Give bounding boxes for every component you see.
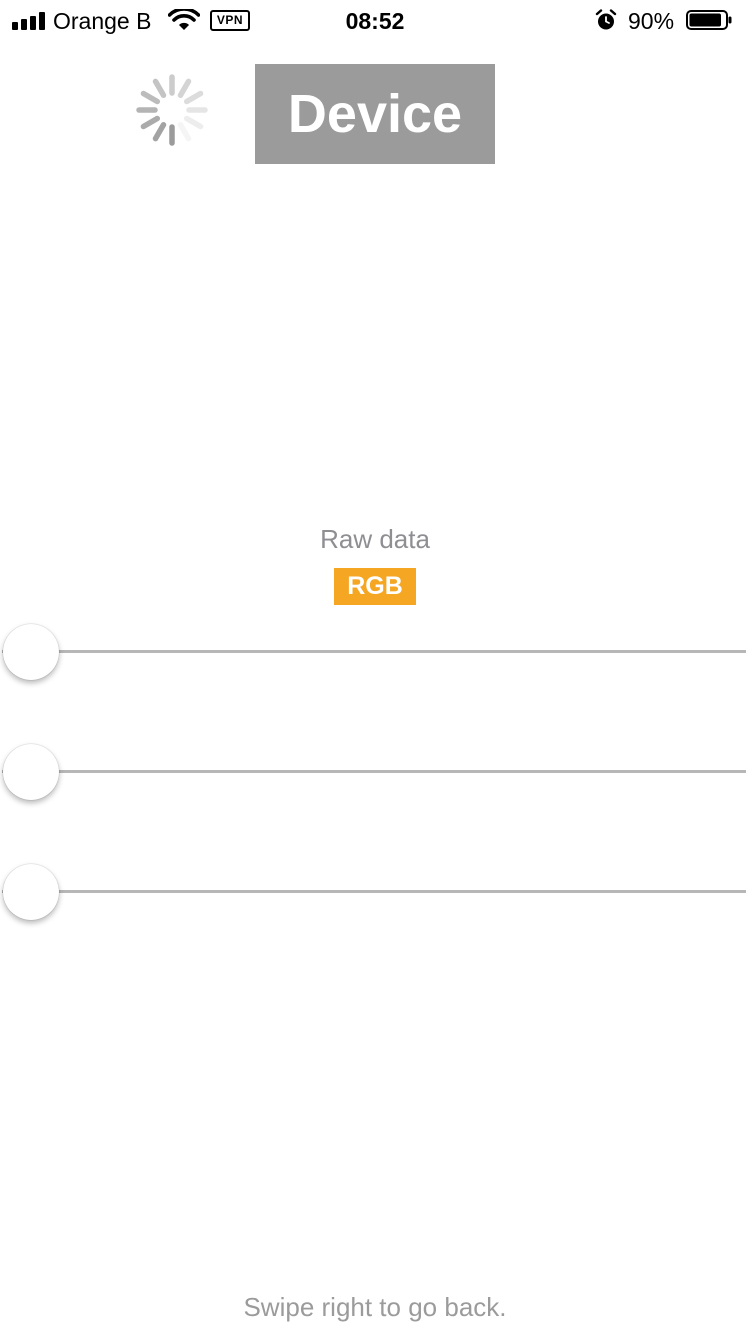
slider-thumb[interactable] [3, 864, 59, 920]
spinner-spoke [140, 90, 161, 105]
alarm-icon [595, 9, 617, 30]
page-title: Device [255, 64, 495, 164]
activity-spinner-icon [136, 74, 208, 146]
raw-data-label: Raw data [320, 524, 430, 554]
status-bar: Orange B VPN 08:52 90% [0, 0, 750, 40]
swipe-back-hint: Swipe right to go back. [243, 1292, 507, 1322]
slider-track[interactable] [2, 890, 746, 893]
slider-thumb[interactable] [3, 744, 59, 800]
slider-1[interactable] [0, 622, 750, 682]
spinner-spoke [183, 90, 204, 105]
spinner-spoke [152, 121, 167, 142]
spinner-spoke [140, 115, 161, 130]
slider-thumb[interactable] [3, 624, 59, 680]
spinner-spoke [177, 78, 192, 99]
rgb-mode-badge[interactable]: RGB [334, 568, 416, 605]
slider-3[interactable] [0, 862, 750, 922]
spinner-spoke [183, 115, 204, 130]
slider-2[interactable] [0, 742, 750, 802]
slider-track[interactable] [2, 650, 746, 653]
battery-icon [686, 10, 732, 30]
battery-percent: 90% [628, 8, 675, 34]
slider-track[interactable] [2, 770, 746, 773]
spinner-spoke [152, 78, 167, 99]
spinner-spoke [177, 121, 192, 142]
